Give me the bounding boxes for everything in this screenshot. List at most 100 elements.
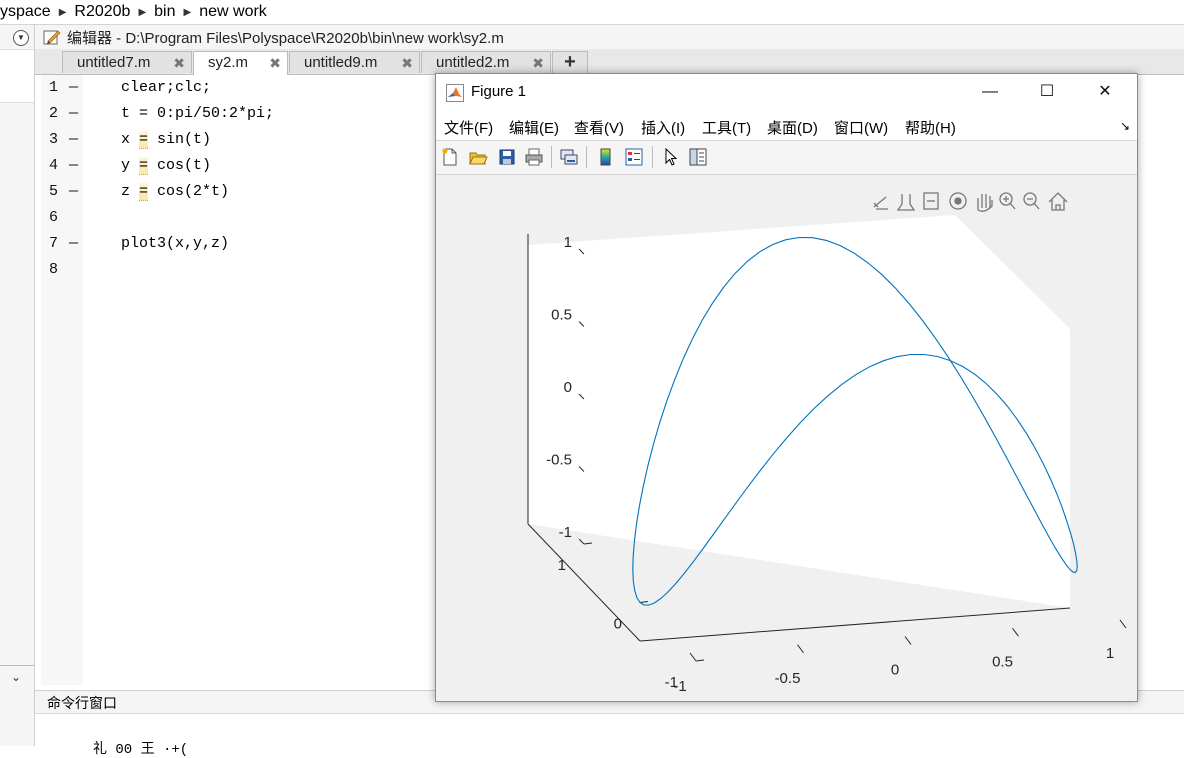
datatip-icon[interactable]	[923, 192, 939, 210]
command-window-title: 命令行窗口	[47, 695, 117, 711]
tab-label: sy2.m	[208, 54, 249, 71]
save-icon[interactable]	[497, 147, 517, 167]
menu-help[interactable]: 帮助(H)	[905, 117, 956, 138]
tab-sy2[interactable]: sy2.m ✖	[193, 51, 288, 75]
x-tick-mark	[689, 652, 697, 662]
tab-label: untitled9.m	[304, 54, 378, 71]
pan-hand-icon[interactable]	[977, 194, 993, 212]
z-tick-label: -0.5	[546, 452, 572, 469]
close-button[interactable]: ✕	[1090, 80, 1120, 104]
line-number: 6	[49, 209, 59, 226]
z-tick-label: 1	[564, 234, 572, 251]
tab-untitled7[interactable]: untitled7.m ✖	[62, 51, 192, 73]
z-tick-label: -1	[559, 524, 572, 541]
x-tick-label: -0.5	[775, 670, 801, 687]
code-warning-operator: =	[139, 131, 149, 149]
toolbar-separator	[652, 146, 653, 168]
code-var: z	[121, 183, 131, 200]
tab-untitled2[interactable]: untitled2.m ✖	[421, 51, 551, 73]
close-icon[interactable]: ✖	[532, 52, 544, 74]
line-number: 2	[49, 105, 59, 122]
pointer-icon[interactable]	[661, 147, 681, 167]
toolbar-dock-arrow-icon[interactable]: ↘	[1120, 119, 1130, 133]
editor-icon	[43, 30, 61, 45]
line-number: 5	[49, 183, 59, 200]
breadcrumb-item[interactable]: R2020b	[74, 3, 134, 21]
breakpoint-marker[interactable]: —	[69, 75, 78, 101]
tab-untitled9[interactable]: untitled9.m ✖	[289, 51, 420, 73]
matlab-logo-icon	[446, 84, 464, 102]
chevron-right-icon: ▶	[58, 6, 67, 18]
export-icon[interactable]	[873, 196, 888, 210]
print-icon[interactable]	[524, 147, 544, 167]
figure-title-bar[interactable]: Figure 1 — ☐ ✕	[436, 74, 1137, 110]
command-window[interactable]: 礼 00 王 ·+(	[35, 714, 1184, 758]
figure-menu-bar: 文件(F) 编辑(E) 查看(V) 插入(I) 工具(T) 桌面(D) 窗口(W…	[436, 110, 1137, 140]
menu-desktop[interactable]: 桌面(D)	[767, 117, 818, 138]
breakpoint-marker[interactable]: —	[69, 179, 78, 205]
code-text: y = cos(t)	[121, 153, 211, 179]
code-text: plot3(x,y,z)	[121, 235, 230, 252]
y-tick-mark	[695, 659, 705, 662]
new-figure-icon[interactable]	[440, 147, 460, 167]
legend-icon[interactable]	[624, 147, 644, 167]
breakpoint-marker[interactable]: —	[69, 101, 78, 127]
code-warning-operator: =	[139, 157, 149, 175]
command-output: 礼 00 王 ·+(	[93, 742, 189, 758]
code-text: t = 0:pi/50:2*pi;	[121, 105, 275, 122]
editor-tab-bar: untitled7.m ✖ sy2.m ✖ untitled9.m ✖ unti…	[35, 49, 1184, 75]
breakpoint-marker[interactable]: —	[69, 231, 78, 257]
brush-icon[interactable]	[896, 194, 916, 211]
menu-view[interactable]: 查看(V)	[574, 117, 624, 138]
y-tick-label: 0	[614, 616, 622, 633]
breakpoint-marker[interactable]: —	[69, 127, 78, 153]
breakpoint-marker[interactable]: —	[69, 153, 78, 179]
menu-insert[interactable]: 插入(I)	[641, 117, 685, 138]
breadcrumb-item[interactable]: bin	[154, 3, 179, 21]
y-axis-line	[527, 523, 641, 642]
editor-header: 编辑器 - D:\Program Files\Polyspace\R2020b\…	[35, 25, 1184, 49]
chevron-down-icon[interactable]: ⌄	[11, 670, 21, 684]
zoom-in-icon[interactable]	[999, 192, 1016, 210]
figure-toolbar	[436, 140, 1137, 175]
home-icon[interactable]	[1048, 192, 1068, 211]
x-tick-mark	[1119, 619, 1127, 629]
zoom-out-icon[interactable]	[1023, 192, 1040, 210]
panel-content	[0, 49, 34, 103]
link-plot-icon[interactable]	[559, 147, 579, 167]
plot-area[interactable]: -1 -0.5 0 0.5 1 -1 -0.5 0 0.5 1 -1 0 1	[436, 174, 1137, 701]
x-tick-mark	[1012, 627, 1019, 637]
open-file-icon[interactable]	[468, 147, 488, 167]
editor-title: 编辑器 - D:\Program Files\Polyspace\R2020b\…	[67, 29, 504, 47]
colorbar-icon[interactable]	[596, 147, 616, 167]
tab-label: untitled7.m	[77, 54, 151, 71]
close-icon[interactable]: ✖	[401, 52, 413, 74]
add-tab-button[interactable]: +	[552, 51, 588, 73]
tab-label: untitled2.m	[436, 54, 510, 71]
y-tick-mark	[583, 542, 593, 545]
divider	[0, 665, 34, 666]
code-rest: cos(2*t)	[148, 183, 230, 200]
breadcrumb-item[interactable]: yspace	[0, 3, 55, 21]
property-inspector-icon[interactable]	[688, 147, 708, 167]
x-tick-label: 0.5	[992, 653, 1013, 670]
code-rest: cos(t)	[148, 157, 212, 174]
x-tick-mark	[797, 644, 804, 654]
maximize-button[interactable]: ☐	[1032, 80, 1062, 104]
menu-file[interactable]: 文件(F)	[444, 117, 493, 138]
minimize-button[interactable]: —	[975, 80, 1005, 104]
x-tick-label: 0	[891, 662, 899, 679]
breadcrumb-item[interactable]: new work	[199, 3, 271, 21]
code-rest: sin(t)	[148, 131, 212, 148]
close-icon[interactable]: ✖	[269, 52, 281, 74]
line-number: 3	[49, 131, 59, 148]
menu-tools[interactable]: 工具(T)	[702, 117, 751, 138]
panel-menu-icon[interactable]: ▼	[13, 30, 29, 46]
y-tick-label: 1	[558, 557, 566, 574]
menu-edit[interactable]: 编辑(E)	[509, 117, 559, 138]
menu-window[interactable]: 窗口(W)	[834, 117, 888, 138]
close-icon[interactable]: ✖	[173, 52, 185, 74]
figure-window[interactable]: Figure 1 — ☐ ✕ 文件(F) 编辑(E) 查看(V) 插入(I) 工…	[435, 73, 1138, 702]
rotate-3d-icon[interactable]	[949, 192, 967, 210]
plot3-chart[interactable]: -1-0.500.51-1 -0.5 0 0.5 1-101	[436, 174, 1137, 701]
